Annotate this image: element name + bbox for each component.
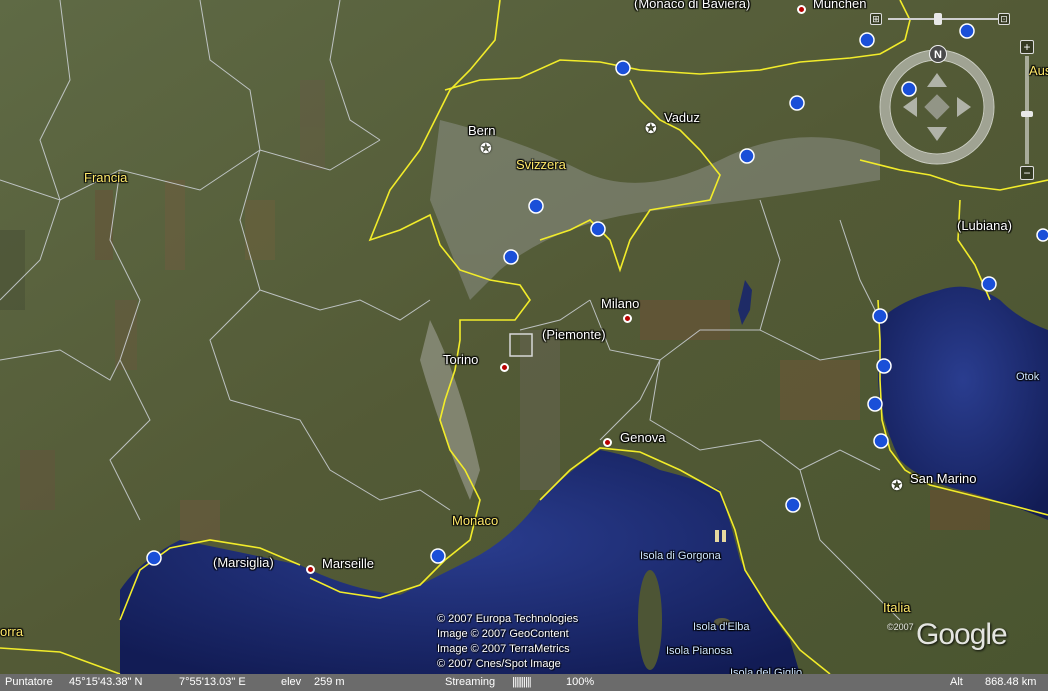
label-vaduz: Vaduz xyxy=(664,110,700,125)
city-dot-torino[interactable] xyxy=(500,363,509,372)
zoom-slider-track[interactable] xyxy=(1025,56,1029,164)
status-bar: Puntatore 45°15'43.38" N 7°55'13.03" E e… xyxy=(0,674,1048,691)
logo-copyright: ©2007 xyxy=(887,622,914,632)
label-monaco: Monaco xyxy=(452,513,499,528)
label-monaco-di-baviera: (Monaco di Baviera) xyxy=(634,0,751,11)
label-marseille: Marseille xyxy=(322,556,375,571)
label-lubiana: (Lubiana) xyxy=(957,218,1012,233)
label-bern: Bern xyxy=(468,123,496,138)
label-san-marino: San Marino xyxy=(910,471,977,486)
label-svizzera: Svizzera xyxy=(516,157,566,172)
north-button[interactable]: N xyxy=(929,45,947,63)
label-isola-gorgona: Isola di Gorgona xyxy=(640,550,721,562)
google-logo: ©2007 Google xyxy=(887,618,1008,652)
label-francia: Francia xyxy=(84,170,128,185)
label-munchen: München xyxy=(813,0,867,11)
label-milano: Milano xyxy=(601,296,640,311)
credit-line: © 2007 Europa Technologies xyxy=(437,613,579,625)
city-dot-munchen[interactable] xyxy=(797,5,806,14)
credit-line: Image © 2007 TerraMetrics xyxy=(437,643,570,655)
capital-star-icon[interactable]: ✪ xyxy=(480,141,492,155)
pan-down-icon[interactable] xyxy=(927,127,947,141)
pan-left-icon[interactable] xyxy=(903,97,917,117)
city-dot-marseille[interactable] xyxy=(306,565,315,574)
elevation-value: 259 m xyxy=(314,676,345,688)
label-isola-pianosa: Isola Pianosa xyxy=(666,645,733,657)
navigation-ring[interactable] xyxy=(875,45,1000,170)
label-piemonte: (Piemonte) xyxy=(542,327,606,342)
credit-line: Image © 2007 GeoContent xyxy=(437,628,569,640)
elevation-label: elev xyxy=(281,676,302,688)
capital-star-icon[interactable]: ✪ xyxy=(891,478,903,492)
streaming-percent: 100% xyxy=(566,676,595,688)
label-otok: Otok xyxy=(1016,371,1040,383)
pan-right-icon[interactable] xyxy=(957,97,971,117)
label-isola-elba: Isola d'Elba xyxy=(693,621,750,633)
pointer-latitude: 45°15'43.38" N xyxy=(69,676,143,688)
pointer-label: Puntatore xyxy=(5,676,53,688)
zoom-in-button[interactable]: + xyxy=(1020,40,1034,54)
credit-line: © 2007 Cnes/Spot Image xyxy=(437,658,561,670)
label-austria: Austri xyxy=(1029,63,1048,78)
altitude-label: Alt xyxy=(950,676,963,688)
imagery-credits: © 2007 Europa Technologies Image © 2007 … xyxy=(437,612,578,672)
label-genova: Genova xyxy=(620,430,666,445)
logo-text: Google xyxy=(916,618,1008,651)
altitude-value: 868.48 km xyxy=(985,676,1037,688)
zoom-slider-handle[interactable] xyxy=(1021,111,1033,117)
capital-star-icon[interactable]: ✪ xyxy=(645,121,657,135)
pan-center-icon[interactable] xyxy=(924,94,950,120)
streaming-progress-bar: |||||||||| xyxy=(512,676,532,688)
city-dot-milano[interactable] xyxy=(623,314,632,323)
tilt-icon[interactable]: ⊡ xyxy=(998,13,1010,25)
top-control-strip: ⊞ ⊡ xyxy=(870,13,1016,25)
city-dot-genova[interactable] xyxy=(603,438,612,447)
tilt-slider-handle[interactable] xyxy=(934,13,942,25)
label-torino: Torino xyxy=(443,352,479,367)
expand-icon[interactable]: ⊞ xyxy=(870,13,882,25)
streaming-label: Streaming xyxy=(445,676,496,688)
zoom-out-button[interactable]: − xyxy=(1020,166,1034,180)
tilt-slider-track[interactable] xyxy=(888,18,998,20)
label-orra: orra xyxy=(0,624,24,639)
island-corsica-edge xyxy=(638,570,662,670)
label-marsiglia: (Marsiglia) xyxy=(213,555,274,570)
pan-up-icon[interactable] xyxy=(927,73,947,87)
label-italia: Italia xyxy=(883,600,911,615)
pointer-longitude: 7°55'13.03" E xyxy=(179,676,246,688)
